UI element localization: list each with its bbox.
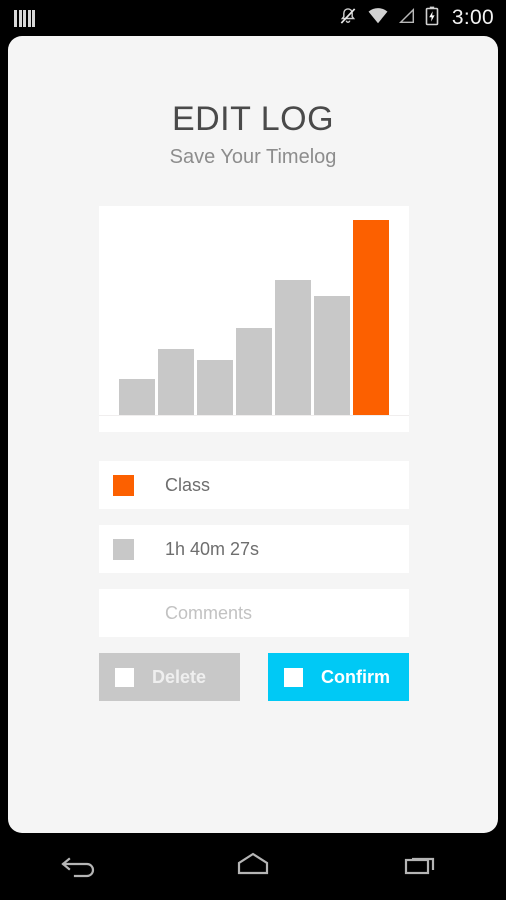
wifi-icon [367,7,389,30]
nav-home-button[interactable] [211,843,295,891]
delete-square-icon [115,667,134,687]
category-color-swatch-icon [113,474,134,496]
chart-bar [353,220,389,415]
duration-label: 1h 40m 27s [165,538,260,559]
comments-swatch-placeholder-icon [113,603,134,624]
comments-input-placeholder[interactable]: Comments [165,603,252,624]
nav-recents-button[interactable] [380,843,464,891]
chart-bar [314,296,350,415]
confirm-button-label: Confirm [321,666,390,687]
chart-bar [197,359,233,415]
screen-header: EDIT LOG Save Your Timelog [8,36,498,168]
cellular-signal-icon [398,7,416,30]
category-row[interactable]: Class [99,461,409,509]
home-icon [233,849,273,884]
nav-back-button[interactable] [42,843,126,891]
duration-row[interactable]: 1h 40m 27s [99,525,409,573]
recents-icon [402,849,442,884]
page-subtitle: Save Your Timelog [169,145,337,168]
signal-bars-icon [14,9,35,27]
duration-color-swatch-icon [113,538,134,560]
chart-plot-area [99,214,409,416]
status-bar-clock: 3:00 [451,6,494,29]
confirm-square-icon [284,667,303,687]
category-label: Class [165,474,211,495]
system-navigation-bar [0,833,506,900]
timelog-bar-chart [99,206,409,432]
comments-row[interactable]: Comments [99,589,409,637]
battery-charging-icon [425,6,439,31]
chart-bar [119,378,155,415]
page-title: EDIT LOG [171,100,335,138]
status-bar: 3:00 [0,0,506,36]
chart-bar [236,327,272,415]
action-button-group: Delete Confirm [99,653,409,701]
back-icon [61,849,107,884]
status-bar-notifications [14,9,35,27]
delete-button[interactable]: Delete [99,653,240,701]
chart-bar [275,280,311,415]
confirm-button[interactable]: Confirm [268,653,409,701]
app-screen: EDIT LOG Save Your Timelog Class 1h 40m … [8,36,498,833]
silent-mode-icon [338,6,358,31]
chart-bar [158,348,194,415]
status-bar-system-icons: 3:00 [338,6,494,31]
delete-button-label: Delete [152,666,207,687]
